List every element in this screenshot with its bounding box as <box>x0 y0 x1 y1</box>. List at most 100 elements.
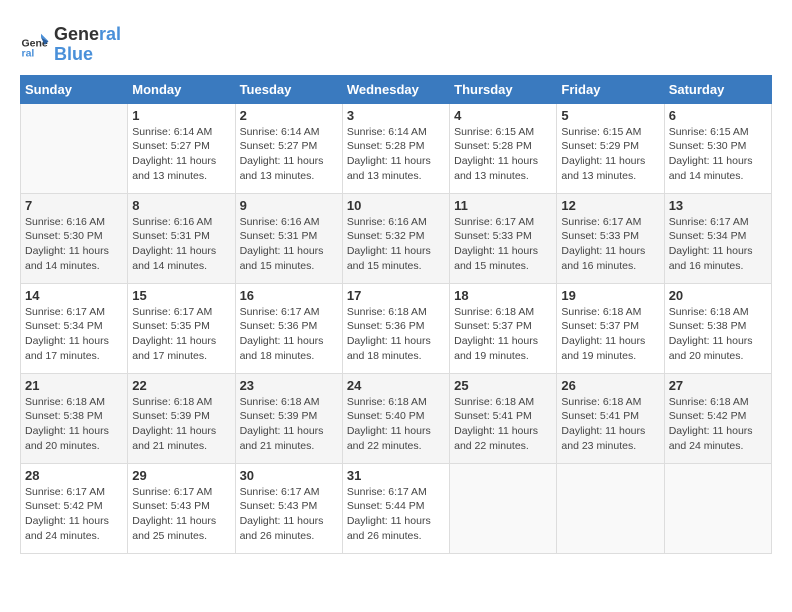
day-detail: Sunrise: 6:18 AMSunset: 5:37 PMDaylight:… <box>454 305 552 364</box>
day-number: 29 <box>132 468 230 483</box>
day-cell: 3 Sunrise: 6:14 AMSunset: 5:28 PMDaylight… <box>342 103 449 193</box>
day-cell <box>21 103 128 193</box>
day-number: 5 <box>561 108 659 123</box>
day-cell: 9 Sunrise: 6:16 AMSunset: 5:31 PMDaylight… <box>235 193 342 283</box>
day-cell: 23 Sunrise: 6:18 AMSunset: 5:39 PMDayligh… <box>235 373 342 463</box>
day-detail: Sunrise: 6:15 AMSunset: 5:28 PMDaylight:… <box>454 125 552 184</box>
day-cell: 10Sunrise: 6:16 AMSunset: 5:32 PMDayligh… <box>342 193 449 283</box>
week-row-2: 7 Sunrise: 6:16 AMSunset: 5:30 PMDaylight… <box>21 193 772 283</box>
day-number: 6 <box>669 108 767 123</box>
page-header: Gene ral General Blue <box>20 20 772 65</box>
day-number: 28 <box>25 468 123 483</box>
day-cell: 14 Sunrise: 6:17 AMSunset: 5:34 PMDayligh… <box>21 283 128 373</box>
day-cell: 31Sunrise: 6:17 AMSunset: 5:44 PMDayligh… <box>342 463 449 553</box>
day-number: 15 <box>132 288 230 303</box>
day-detail: Sunrise: 6:14 AMSunset: 5:27 PMDaylight:… <box>240 125 338 184</box>
day-cell: 17 Sunrise: 6:18 AMSunset: 5:36 PMDayligh… <box>342 283 449 373</box>
day-detail: Sunrise: 6:17 AMSunset: 5:33 PMDaylight:… <box>454 215 552 274</box>
day-detail: Sunrise: 6:18 AMSunset: 5:36 PMDaylight:… <box>347 305 445 364</box>
day-detail: Sunrise: 6:18 AMSunset: 5:42 PMDaylight:… <box>669 395 767 454</box>
day-detail: Sunrise: 6:18 AMSunset: 5:37 PMDaylight:… <box>561 305 659 364</box>
day-cell: 13Sunrise: 6:17 AMSunset: 5:34 PMDayligh… <box>664 193 771 283</box>
day-cell: 22 Sunrise: 6:18 AMSunset: 5:39 PMDayligh… <box>128 373 235 463</box>
day-number: 7 <box>25 198 123 213</box>
logo-icon: Gene ral <box>20 30 50 60</box>
header-cell-monday: Monday <box>128 75 235 103</box>
week-row-1: 1Sunrise: 6:14 AMSunset: 5:27 PMDaylight… <box>21 103 772 193</box>
day-cell: 27 Sunrise: 6:18 AMSunset: 5:42 PMDayligh… <box>664 373 771 463</box>
day-detail: Sunrise: 6:16 AMSunset: 5:31 PMDaylight:… <box>240 215 338 274</box>
day-detail: Sunrise: 6:15 AMSunset: 5:29 PMDaylight:… <box>561 125 659 184</box>
day-detail: Sunrise: 6:14 AMSunset: 5:28 PMDaylight:… <box>347 125 445 184</box>
day-number: 27 <box>669 378 767 393</box>
day-detail: Sunrise: 6:18 AMSunset: 5:39 PMDaylight:… <box>132 395 230 454</box>
day-number: 9 <box>240 198 338 213</box>
day-number: 19 <box>561 288 659 303</box>
day-cell: 16 Sunrise: 6:17 AMSunset: 5:36 PMDayligh… <box>235 283 342 373</box>
day-number: 14 <box>25 288 123 303</box>
header-cell-wednesday: Wednesday <box>342 75 449 103</box>
day-cell: 19 Sunrise: 6:18 AMSunset: 5:37 PMDayligh… <box>557 283 664 373</box>
day-cell: 15 Sunrise: 6:17 AMSunset: 5:35 PMDayligh… <box>128 283 235 373</box>
day-detail: Sunrise: 6:18 AMSunset: 5:41 PMDaylight:… <box>561 395 659 454</box>
day-detail: Sunrise: 6:15 AMSunset: 5:30 PMDaylight:… <box>669 125 767 184</box>
day-number: 3 <box>347 108 445 123</box>
day-number: 22 <box>132 378 230 393</box>
day-cell: 28 Sunrise: 6:17 AMSunset: 5:42 PMDayligh… <box>21 463 128 553</box>
day-detail: Sunrise: 6:17 AMSunset: 5:42 PMDaylight:… <box>25 485 123 544</box>
header-cell-sunday: Sunday <box>21 75 128 103</box>
day-number: 21 <box>25 378 123 393</box>
day-detail: Sunrise: 6:18 AMSunset: 5:40 PMDaylight:… <box>347 395 445 454</box>
header-cell-saturday: Saturday <box>664 75 771 103</box>
day-number: 20 <box>669 288 767 303</box>
day-cell: 30 Sunrise: 6:17 AMSunset: 5:43 PMDayligh… <box>235 463 342 553</box>
day-detail: Sunrise: 6:16 AMSunset: 5:31 PMDaylight:… <box>132 215 230 274</box>
day-cell: 20 Sunrise: 6:18 AMSunset: 5:38 PMDayligh… <box>664 283 771 373</box>
day-number: 16 <box>240 288 338 303</box>
logo: Gene ral General Blue <box>20 25 121 65</box>
day-number: 24 <box>347 378 445 393</box>
day-cell: 8 Sunrise: 6:16 AMSunset: 5:31 PMDaylight… <box>128 193 235 283</box>
day-cell <box>450 463 557 553</box>
day-cell: 25 Sunrise: 6:18 AMSunset: 5:41 PMDayligh… <box>450 373 557 463</box>
day-number: 23 <box>240 378 338 393</box>
day-number: 13 <box>669 198 767 213</box>
day-detail: Sunrise: 6:18 AMSunset: 5:38 PMDaylight:… <box>669 305 767 364</box>
day-number: 31 <box>347 468 445 483</box>
day-detail: Sunrise: 6:14 AMSunset: 5:27 PMDaylight:… <box>132 125 230 184</box>
day-cell: 7 Sunrise: 6:16 AMSunset: 5:30 PMDaylight… <box>21 193 128 283</box>
header-cell-thursday: Thursday <box>450 75 557 103</box>
day-cell <box>557 463 664 553</box>
day-number: 12 <box>561 198 659 213</box>
header-cell-friday: Friday <box>557 75 664 103</box>
day-cell: 6 Sunrise: 6:15 AMSunset: 5:30 PMDaylight… <box>664 103 771 193</box>
calendar-table: SundayMondayTuesdayWednesdayThursdayFrid… <box>20 75 772 554</box>
day-cell: 2 Sunrise: 6:14 AMSunset: 5:27 PMDaylight… <box>235 103 342 193</box>
day-detail: Sunrise: 6:18 AMSunset: 5:39 PMDaylight:… <box>240 395 338 454</box>
svg-text:ral: ral <box>22 47 35 59</box>
day-cell: 12Sunrise: 6:17 AMSunset: 5:33 PMDayligh… <box>557 193 664 283</box>
calendar-header-row: SundayMondayTuesdayWednesdayThursdayFrid… <box>21 75 772 103</box>
day-detail: Sunrise: 6:17 AMSunset: 5:43 PMDaylight:… <box>240 485 338 544</box>
day-cell: 11 Sunrise: 6:17 AMSunset: 5:33 PMDayligh… <box>450 193 557 283</box>
day-number: 2 <box>240 108 338 123</box>
day-cell: 26 Sunrise: 6:18 AMSunset: 5:41 PMDayligh… <box>557 373 664 463</box>
day-cell: 5 Sunrise: 6:15 AMSunset: 5:29 PMDaylight… <box>557 103 664 193</box>
day-cell: 4 Sunrise: 6:15 AMSunset: 5:28 PMDaylight… <box>450 103 557 193</box>
day-number: 26 <box>561 378 659 393</box>
day-detail: Sunrise: 6:16 AMSunset: 5:30 PMDaylight:… <box>25 215 123 274</box>
day-detail: Sunrise: 6:18 AMSunset: 5:38 PMDaylight:… <box>25 395 123 454</box>
day-detail: Sunrise: 6:17 AMSunset: 5:34 PMDaylight:… <box>25 305 123 364</box>
day-number: 30 <box>240 468 338 483</box>
day-number: 4 <box>454 108 552 123</box>
day-number: 11 <box>454 198 552 213</box>
day-detail: Sunrise: 6:18 AMSunset: 5:41 PMDaylight:… <box>454 395 552 454</box>
day-detail: Sunrise: 6:17 AMSunset: 5:35 PMDaylight:… <box>132 305 230 364</box>
day-detail: Sunrise: 6:17 AMSunset: 5:36 PMDaylight:… <box>240 305 338 364</box>
day-number: 17 <box>347 288 445 303</box>
day-number: 25 <box>454 378 552 393</box>
day-number: 10 <box>347 198 445 213</box>
day-number: 8 <box>132 198 230 213</box>
week-row-5: 28 Sunrise: 6:17 AMSunset: 5:42 PMDayligh… <box>21 463 772 553</box>
day-cell: 29Sunrise: 6:17 AMSunset: 5:43 PMDayligh… <box>128 463 235 553</box>
